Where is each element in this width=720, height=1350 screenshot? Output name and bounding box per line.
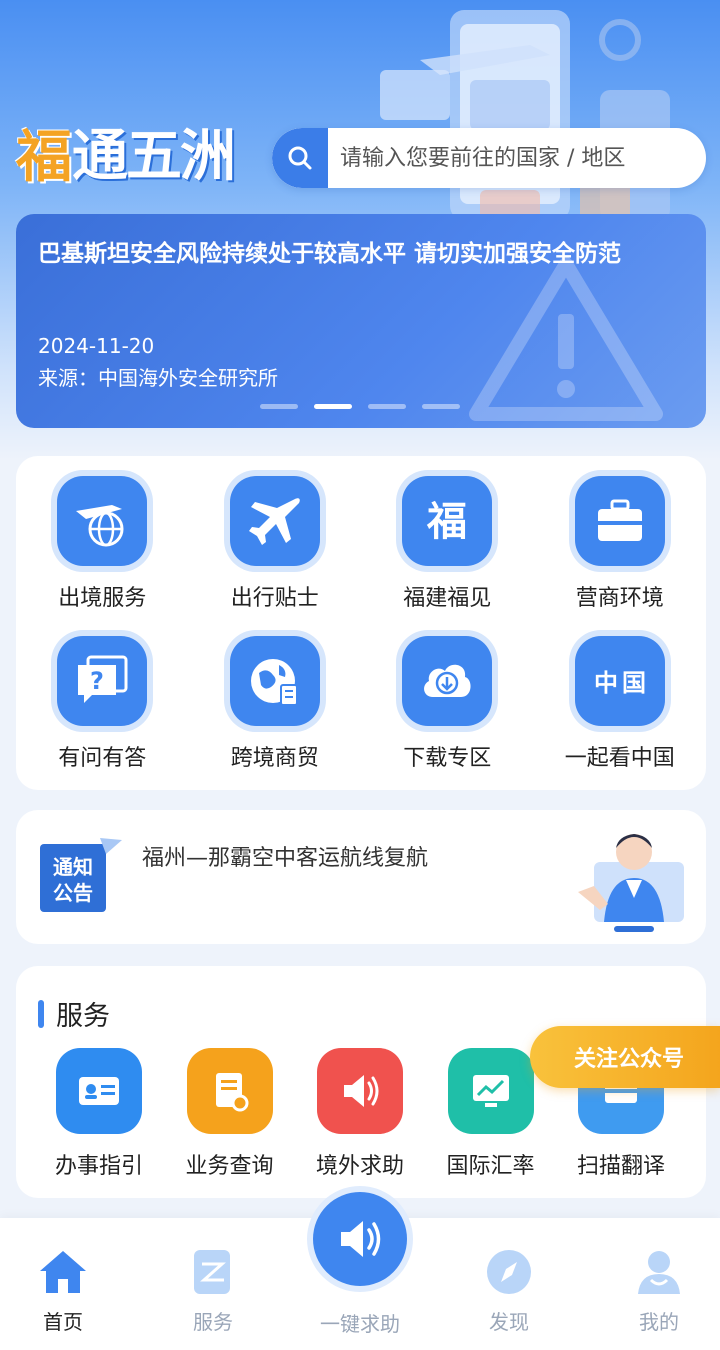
service-guide[interactable]: 办事指引	[40, 1048, 158, 1180]
svg-text:国: 国	[622, 669, 646, 697]
svg-text:通知: 通知	[53, 855, 93, 879]
tab-label: 服务	[193, 1310, 233, 1334]
travel-illustration	[380, 10, 670, 220]
grid-item-fujian[interactable]: 福 福建福见	[361, 476, 534, 612]
grid-item-travel-tips[interactable]: 出行贴士	[189, 476, 362, 612]
banner-title: 巴基斯坦安全风险持续处于较高水平 请切实加强安全防范	[38, 241, 622, 267]
grid-label: 一起看中国	[564, 746, 675, 771]
logo-fu-character: 福	[16, 124, 72, 190]
grid-label: 下载专区	[403, 746, 492, 771]
service-label: 扫描翻译	[576, 1154, 665, 1179]
grid-label: 出行贴士	[230, 586, 319, 611]
carousel-dot[interactable]	[422, 404, 460, 409]
grid-label: 福建福见	[403, 586, 492, 611]
svg-text:公告: 公告	[53, 881, 93, 905]
tab-label: 我的	[639, 1310, 679, 1334]
chart-monitor-icon	[447, 1048, 534, 1134]
carousel-dot[interactable]	[368, 404, 406, 409]
services-title-text: 服务	[56, 1001, 110, 1032]
grid-label: 营商环境	[575, 586, 664, 611]
user-icon	[633, 1246, 685, 1298]
speaker-icon	[317, 1048, 403, 1134]
carousel-dot[interactable]	[260, 404, 298, 409]
carousel-dot-active[interactable]	[314, 404, 352, 409]
search-icon	[288, 146, 312, 170]
document-search-icon	[186, 1048, 273, 1134]
tab-services[interactable]: 服务	[158, 1246, 268, 1335]
svg-text:?: ?	[90, 667, 104, 695]
news-banner[interactable]: 巴基斯坦安全风险持续处于较高水平 请切实加强安全防范 2024-11-20 来源…	[16, 214, 706, 428]
grid-label: 跨境商贸	[230, 746, 319, 771]
feature-grid-card: 出境服务 出行贴士 福 福建福见 营商环境 ? 有问有答 跨境商贸 下载专区 中…	[16, 456, 706, 790]
one-key-sos-button[interactable]	[313, 1192, 407, 1286]
id-card-icon	[56, 1048, 142, 1134]
search-button[interactable]	[272, 128, 328, 188]
notice-text: 福州—那霸空中客运航线复航	[142, 846, 429, 871]
sos-label: 一键求助	[320, 1312, 400, 1336]
grid-label: 出境服务	[58, 586, 147, 611]
fu-character-icon: 福	[402, 476, 493, 566]
grid-item-business-environment[interactable]: 营商环境	[534, 476, 707, 612]
grid-item-downloads[interactable]: 下载专区	[361, 636, 534, 772]
china-characters-icon: 中 国	[574, 636, 665, 726]
speaker-icon	[341, 1221, 381, 1257]
feature-grid: 出境服务 出行贴士 福 福建福见 营商环境 ? 有问有答 跨境商贸 下载专区 中…	[16, 476, 706, 772]
grid-item-see-china[interactable]: 中 国 一起看中国	[534, 636, 707, 772]
services-section-title: 服务	[38, 994, 110, 1033]
search-input[interactable]	[328, 128, 706, 188]
grid-label: 有问有答	[58, 746, 147, 771]
logo-text: 通五洲	[72, 124, 236, 189]
section-accent-bar	[38, 999, 44, 1028]
follow-official-account-button[interactable]: 关注公众号	[530, 1026, 720, 1088]
search-bar[interactable]	[272, 128, 706, 188]
plane-globe-icon	[57, 476, 148, 566]
notice-badge-icon: 通知 公告	[40, 838, 122, 912]
grid-item-qa[interactable]: ? 有问有答	[16, 636, 189, 772]
warning-icon	[469, 257, 663, 421]
services-document-icon	[187, 1246, 239, 1298]
tab-label: 发现	[489, 1310, 529, 1334]
service-query[interactable]: 业务查询	[171, 1048, 289, 1180]
compass-icon	[483, 1246, 535, 1298]
service-label: 办事指引	[54, 1154, 143, 1179]
grid-item-outbound-service[interactable]: 出境服务	[16, 476, 189, 612]
customer-service-icon	[578, 834, 684, 932]
banner-source: 来源：中国海外安全研究所	[38, 366, 278, 390]
notice-card[interactable]: 通知 公告 福州—那霸空中客运航线复航	[16, 810, 706, 944]
grid-item-cross-border-trade[interactable]: 跨境商贸	[189, 636, 362, 772]
service-overseas-help[interactable]: 境外求助	[301, 1048, 419, 1180]
home-icon	[37, 1246, 89, 1298]
tab-discover[interactable]: 发现	[454, 1246, 564, 1335]
tab-label: 首页	[43, 1310, 83, 1334]
app-logo: 福 通五洲	[16, 124, 236, 190]
carousel-indicator[interactable]	[260, 404, 460, 409]
tab-home[interactable]: 首页	[8, 1246, 118, 1335]
service-label: 业务查询	[185, 1154, 274, 1179]
cloud-download-icon	[402, 636, 493, 726]
globe-document-icon	[229, 636, 320, 726]
airplane-icon	[229, 476, 320, 566]
service-label: 境外求助	[315, 1154, 404, 1179]
banner-date: 2024-11-20	[38, 334, 155, 358]
svg-text:福: 福	[426, 498, 467, 545]
service-label: 国际汇率	[446, 1154, 535, 1179]
tab-mine[interactable]: 我的	[604, 1246, 714, 1335]
briefcase-icon	[574, 476, 665, 566]
svg-text:中: 中	[594, 669, 618, 697]
question-chat-icon: ?	[57, 636, 148, 726]
